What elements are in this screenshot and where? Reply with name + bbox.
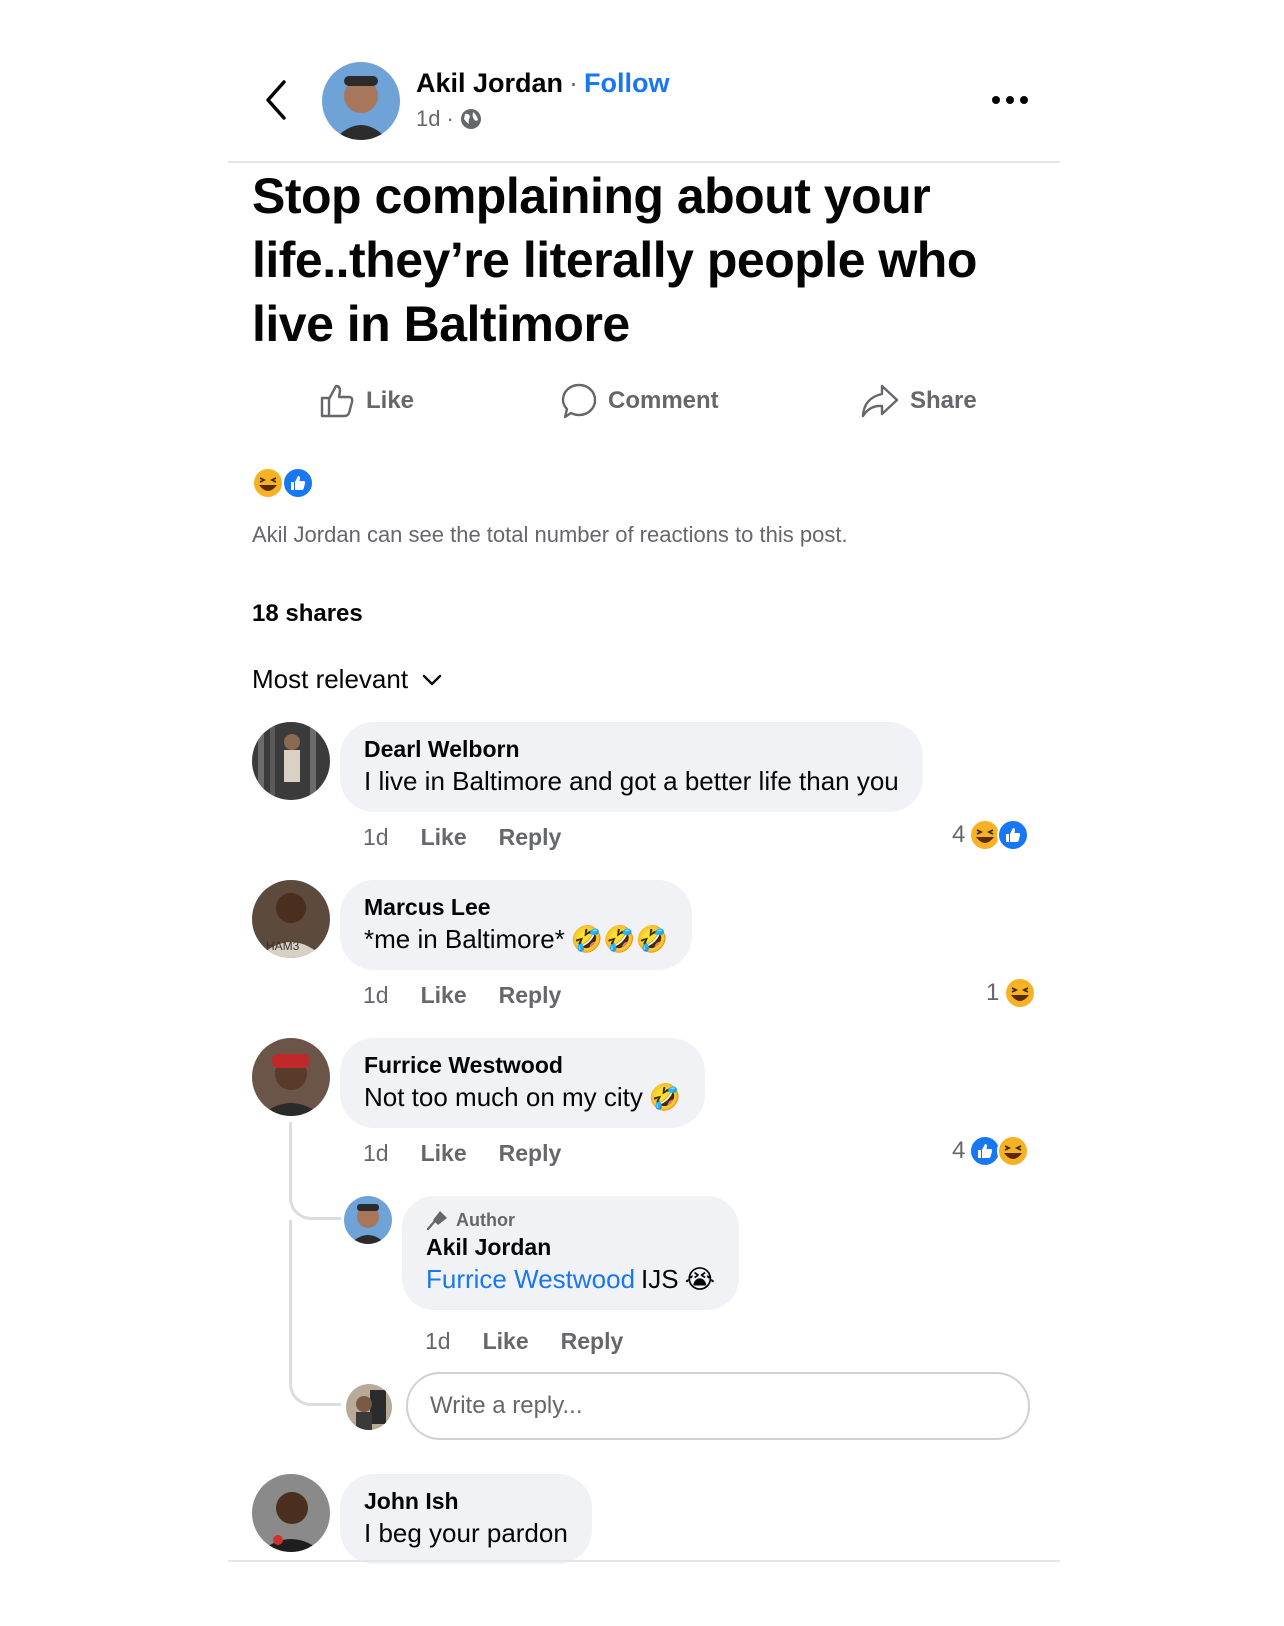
haha-icon	[252, 467, 284, 499]
chevron-left-icon	[266, 80, 286, 120]
rofl-emoji: 🤣	[648, 1082, 682, 1112]
author-avatar[interactable]	[322, 62, 400, 140]
comment-reply-button[interactable]: Reply	[499, 1140, 562, 1167]
comment-text: I beg your pardon	[364, 1518, 568, 1548]
haha-icon	[1004, 977, 1037, 1009]
comment-bubble: Marcus Lee *me in Baltimore* 🤣🤣🤣	[340, 880, 692, 970]
rofl-emoji: 🤣🤣🤣	[570, 924, 668, 954]
comment-text: I live in Baltimore and got a better lif…	[364, 766, 899, 796]
comment-text-row: Not too much on my city 🤣	[364, 1080, 681, 1114]
reply-input[interactable]	[406, 1372, 1030, 1440]
svg-text:HAM3: HAM3	[266, 939, 300, 953]
comment-reactions[interactable]: 1	[986, 976, 1037, 1010]
reply-reply-button[interactable]: Reply	[561, 1328, 624, 1355]
thread-connector-curve	[289, 1356, 341, 1406]
reaction-count: 4	[952, 821, 966, 848]
comment-reply-button[interactable]: Reply	[499, 982, 562, 1009]
crying-emoji: 😭	[684, 1264, 715, 1294]
avatar[interactable]	[344, 1196, 392, 1244]
comment-text-row: *me in Baltimore* 🤣🤣🤣	[364, 922, 668, 956]
comment-actions: 1d Like Reply	[363, 1140, 561, 1167]
like-button[interactable]: Like	[318, 382, 414, 420]
avatar[interactable]: HAM3	[252, 880, 330, 958]
reply-author[interactable]: Akil Jordan	[426, 1232, 715, 1262]
share-button[interactable]: Share	[860, 382, 977, 420]
header-divider	[228, 161, 1060, 163]
post-time: 1d	[416, 106, 441, 131]
comment-author[interactable]: Furrice Westwood	[364, 1050, 681, 1080]
comment-time: 1d	[363, 1140, 389, 1166]
comment-like-button[interactable]: Like	[421, 1140, 467, 1167]
chevron-down-icon	[422, 674, 442, 685]
back-button[interactable]	[262, 78, 292, 122]
like-label: Like	[366, 387, 415, 414]
reaction-count: 1	[986, 979, 1000, 1006]
microphone-icon	[426, 1211, 447, 1231]
comment-like-button[interactable]: Like	[421, 982, 467, 1009]
globe-icon	[460, 109, 481, 129]
comment-author[interactable]: Marcus Lee	[364, 892, 668, 922]
comment-time: 1d	[363, 982, 389, 1008]
comment-reactions[interactable]: 4	[952, 818, 1031, 852]
thread-connector-curve	[289, 1160, 341, 1220]
reply-actions: 1d Like Reply	[425, 1328, 623, 1355]
thumbs-up-icon	[320, 384, 354, 418]
comment-author[interactable]: Dearl Welborn	[364, 734, 899, 764]
comment-reactions[interactable]: 4	[952, 1134, 1031, 1168]
share-label: Share	[910, 387, 977, 414]
author-badge: Author	[426, 1208, 715, 1232]
reply-bubble: Author Akil Jordan Furrice Westwood IJS …	[402, 1196, 739, 1310]
reply-time: 1d	[425, 1328, 451, 1354]
comment-actions: 1d Like Reply	[363, 982, 561, 1009]
follow-button[interactable]: Follow	[584, 68, 669, 98]
post-author-line: Akil Jordan · Follow	[416, 68, 670, 99]
comment-like-button[interactable]: Like	[421, 824, 467, 851]
mention-link[interactable]: Furrice Westwood	[426, 1262, 635, 1296]
reply-text-row: Furrice Westwood IJS 😭	[426, 1262, 715, 1296]
more-dots-icon	[992, 96, 1028, 104]
avatar[interactable]	[252, 1474, 330, 1552]
post-meta: 1d ·	[416, 106, 482, 132]
haha-icon	[997, 1135, 1030, 1167]
comment-sort-dropdown[interactable]: Most relevant	[252, 664, 442, 695]
comment-button[interactable]: Comment	[560, 382, 719, 420]
like-icon	[969, 1135, 1002, 1167]
comment-label: Comment	[608, 387, 719, 414]
meta-separator: ·	[446, 106, 454, 131]
comment-bubble-icon	[561, 383, 597, 419]
like-icon	[997, 819, 1030, 851]
header-separator: ·	[569, 68, 579, 98]
reactions-privacy-note: Akil Jordan can see the total number of …	[252, 522, 848, 547]
haha-icon	[969, 819, 1002, 851]
comment-reply-button[interactable]: Reply	[499, 824, 562, 851]
comment-author[interactable]: John Ish	[364, 1486, 568, 1516]
comment-actions: 1d Like Reply	[363, 824, 561, 851]
author-badge-label: Author	[456, 1210, 515, 1230]
comment-time: 1d	[363, 824, 389, 850]
comment-bubble: Furrice Westwood Not too much on my city…	[340, 1038, 706, 1128]
reply-text: IJS	[641, 1264, 679, 1294]
post-author-name[interactable]: Akil Jordan	[416, 68, 563, 98]
avatar[interactable]	[252, 1038, 330, 1116]
avatar[interactable]	[252, 722, 330, 800]
post-text: Stop complaining about your life..they’r…	[252, 168, 977, 352]
bottom-divider	[228, 1560, 1060, 1562]
shares-count[interactable]: 18 shares	[252, 600, 363, 628]
reaction-icons[interactable]	[252, 466, 322, 500]
avatar[interactable]	[346, 1384, 392, 1430]
share-arrow-icon	[861, 384, 899, 418]
reaction-count: 4	[952, 1137, 966, 1164]
comment-bubble: Dearl Welborn I live in Baltimore and go…	[340, 722, 923, 812]
reply-like-button[interactable]: Like	[483, 1328, 529, 1355]
comment-bubble: John Ish I beg your pardon	[340, 1474, 592, 1564]
sort-label: Most relevant	[252, 664, 409, 694]
comment-text: Not too much on my city	[364, 1082, 643, 1112]
post-actions-bar: Like Comment Share	[228, 382, 1060, 432]
more-options-button[interactable]	[990, 88, 1030, 112]
like-icon	[282, 467, 314, 499]
comment-text: *me in Baltimore*	[364, 924, 565, 954]
